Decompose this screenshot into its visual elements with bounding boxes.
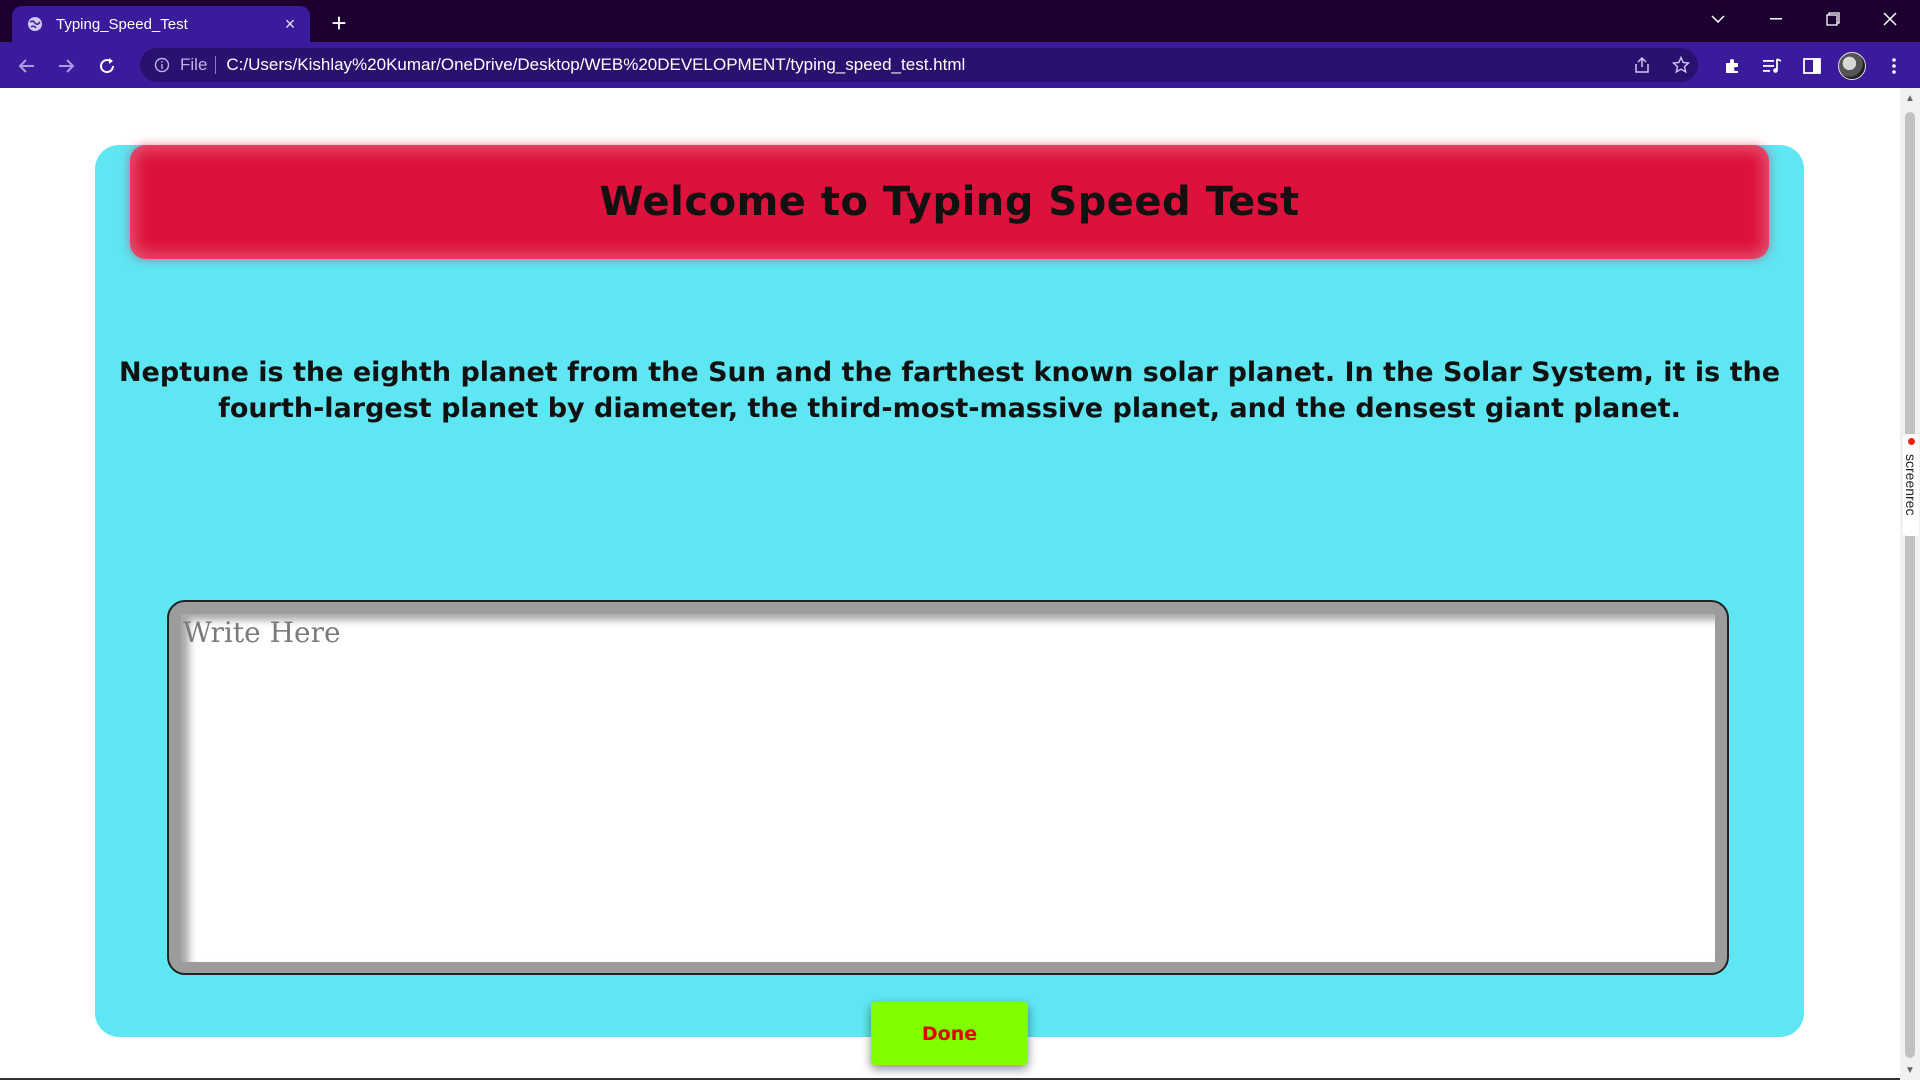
browser-tab[interactable]: Typing_Speed_Test × [12,6,310,42]
scheme-label: File [180,56,217,74]
minimize-icon[interactable] [1748,0,1804,38]
restore-icon[interactable] [1805,0,1861,38]
info-icon[interactable] [152,55,172,75]
done-button[interactable]: Done [871,1002,1028,1065]
page-title: Welcome to Typing Speed Test [599,179,1300,225]
screenrec-overlay-tab[interactable]: screenrec [1903,434,1919,536]
close-tab-icon[interactable]: × [278,12,302,36]
tab-title: Typing_Speed_Test [56,15,188,33]
address-bar[interactable]: File C:/Users/Kishlay%20Kumar/OneDrive/D… [140,48,1698,82]
typing-test-card: Welcome to Typing Speed Test Neptune is … [95,145,1804,1065]
scroll-up-arrow-icon[interactable]: ▲ [1904,92,1916,104]
menu-kebab-icon[interactable] [1878,50,1910,82]
extensions-icon[interactable] [1716,50,1748,82]
url-text[interactable]: C:/Users/Kishlay%20Kumar/OneDrive/Deskto… [226,55,965,75]
header-banner: Welcome to Typing Speed Test [130,145,1769,259]
share-icon[interactable] [1625,48,1659,82]
forward-icon[interactable] [51,50,83,82]
test-passage: Neptune is the eighth planet from the Su… [118,357,1781,424]
browser-titlebar: Typing_Speed_Test × + [0,0,1920,42]
media-control-icon[interactable] [1756,50,1788,82]
browser-toolbar: File C:/Users/Kishlay%20Kumar/OneDrive/D… [0,42,1920,88]
typing-input[interactable] [181,614,1715,962]
globe-icon [26,15,44,33]
tab-search-icon[interactable] [1690,0,1746,38]
avatar [1838,52,1866,80]
back-icon[interactable] [10,50,42,82]
record-dot-icon [1908,438,1915,445]
scroll-down-arrow-icon[interactable]: ▼ [1904,1064,1916,1076]
close-window-icon[interactable] [1862,0,1918,38]
page-viewport: Welcome to Typing Speed Test Neptune is … [0,88,1900,1080]
side-panel-icon[interactable] [1796,50,1828,82]
reload-icon[interactable] [91,50,123,82]
vertical-scrollbar[interactable]: ▲ ▼ [1900,88,1920,1080]
bookmark-star-icon[interactable] [1664,48,1698,82]
screenrec-label: screenrec [1903,454,1919,516]
new-tab-button[interactable]: + [324,8,354,38]
profile-avatar[interactable] [1836,50,1868,82]
scrollbar-thumb[interactable] [1905,112,1915,1058]
typing-area-frame [167,600,1729,975]
